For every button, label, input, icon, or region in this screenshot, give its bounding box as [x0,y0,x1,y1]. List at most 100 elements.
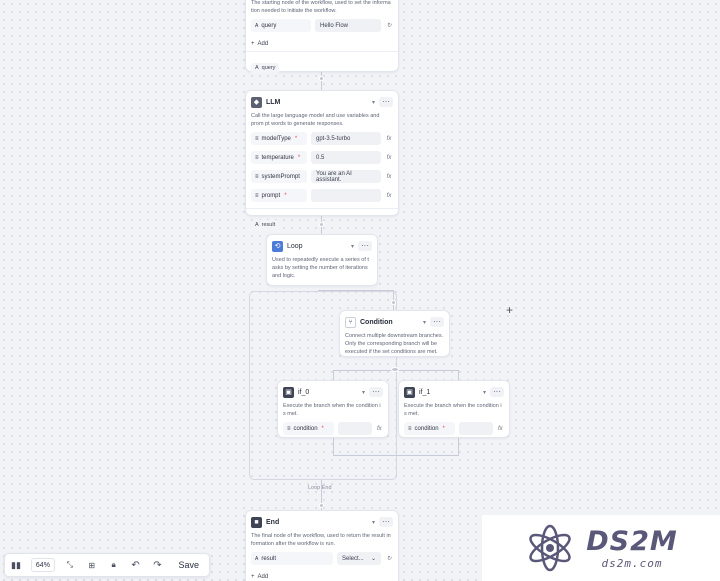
loop-end-label: Loop End [308,485,332,491]
param-type-icon: ≡ [255,135,259,142]
branch-field-key: ≡ condition * [283,422,334,435]
start-node[interactable]: The starting node of the workflow, used … [245,0,399,74]
start-node-description: The starting node of the workflow, used … [251,0,391,14]
llm-node-title: LLM [266,98,281,106]
loop-node-title: Loop [287,242,303,250]
edge-branch-right [458,370,459,380]
branch-node-if-0[interactable]: ▣ if_0 ▾ ··· Execute the branch when the… [277,380,389,438]
llm-param-value[interactable]: 0.5 [311,151,381,164]
param-type-icon: ≡ [408,425,412,432]
text-type-icon: A [255,222,259,228]
plus-icon: + [251,573,255,580]
more-options-icon[interactable]: ··· [379,97,393,107]
chevron-down-icon[interactable]: ▾ [483,389,486,396]
edge-merge-right [458,438,459,455]
fx-icon[interactable]: fx [385,155,393,161]
loop-icon: ⟲ [272,240,283,252]
port-loop-out[interactable] [319,503,324,508]
reset-icon[interactable]: ↻ [385,555,393,562]
edge-loop-condition [318,290,394,291]
condition-node[interactable]: ⑂ Condition ▾ ··· Connect multiple downs… [339,310,450,357]
fx-icon[interactable]: fx [385,136,393,142]
branch-node-if-1[interactable]: ▣ if_1 ▾ ··· Execute the branch when the… [398,380,510,438]
llm-param-value[interactable]: You are an AI assistant. [311,170,381,183]
edge-start-llm [321,72,322,90]
zoom-level[interactable]: 64% [30,558,55,572]
more-options-icon[interactable]: ··· [379,517,393,527]
llm-node-description: Call the large language model and use va… [251,113,380,127]
text-type-icon: A [255,555,259,562]
param-type-icon: ≡ [287,425,291,432]
chevron-down-icon[interactable]: ▾ [423,319,426,326]
lock-icon[interactable]: 🔒︎ [107,560,121,570]
llm-param-value[interactable]: gpt-3.5-turbo [311,132,381,145]
end-icon: ■ [251,516,262,528]
param-type-icon: ≡ [255,192,259,199]
branch-title: if_0 [298,388,310,396]
more-options-icon[interactable]: ··· [430,317,444,327]
required-marker: * [284,192,287,199]
port-condition-in[interactable] [391,300,396,305]
branch-field-value[interactable] [337,422,372,435]
edge-merge-left [333,438,334,455]
more-options-icon[interactable]: ··· [490,387,504,397]
save-button[interactable]: Save [172,560,205,570]
redo-icon[interactable]: ↷ [151,560,165,571]
branch-description: Execute the branch when the condition i … [404,403,502,417]
llm-param-value[interactable] [311,189,381,202]
llm-param-key: ≡ modelType * [251,132,307,145]
more-options-icon[interactable]: ··· [358,241,372,251]
llm-param-key-label: temperature [261,154,294,161]
end-output-key-label: result [261,555,277,562]
end-add-button[interactable]: + Add [251,571,393,581]
port-condition-out[interactable] [391,367,399,372]
undo-icon[interactable]: ↶ [129,560,143,571]
branch-field-key: ≡ condition * [404,422,455,435]
minimap-toggle-icon[interactable]: ▮▮ [9,560,23,571]
chevron-down-icon[interactable]: ▾ [351,243,354,250]
fx-icon[interactable]: fx [385,174,393,180]
required-marker: * [442,425,445,432]
branch-field-label: condition [414,425,439,432]
end-output-select[interactable]: Select... ⌄ [337,552,381,565]
llm-param-key-label: modelType [261,135,291,142]
auto-layout-icon[interactable]: ⊞ [85,561,99,570]
fx-icon[interactable]: fx [376,426,383,432]
branch-description: Execute the branch when the condition i … [283,403,381,417]
start-input-key-label: query [261,22,277,29]
condition-node-description: Connect multiple downstream branches. On… [345,333,444,355]
fx-icon[interactable]: fx [385,193,393,199]
end-node[interactable]: ■ End ▾ ··· The final node of the workfl… [245,510,399,581]
llm-param-key: ≡ systemPrompt [251,170,307,183]
llm-param-key-label: systemPrompt [261,173,300,180]
chevron-down-icon[interactable]: ▾ [372,519,375,526]
chevron-down-icon[interactable]: ▾ [372,99,375,106]
watermark-brand: DS2M [586,526,678,557]
branch-field-value[interactable] [458,422,493,435]
chevron-down-icon[interactable]: ▾ [362,389,365,396]
end-node-title: End [266,518,280,526]
llm-node[interactable]: ◆ LLM ▾ ··· Call the large language mode… [245,90,399,231]
start-add-label: Add [257,40,269,47]
start-output-label: query [261,65,276,71]
more-options-icon[interactable]: ··· [369,387,383,397]
text-type-icon: A [255,22,259,29]
start-divider [246,51,398,52]
start-add-button[interactable]: + Add [251,38,393,49]
reset-icon[interactable]: ↻ [385,22,393,29]
port-start-out[interactable] [319,76,324,81]
text-type-icon: A [255,65,259,71]
atom-logo-icon [529,524,571,572]
chevron-down-icon: ⌄ [370,556,376,562]
loop-node[interactable]: ⟲ Loop ▾ ··· Used to repeatedly execute … [266,234,378,286]
end-output-key[interactable]: A result [251,552,333,565]
start-input-value[interactable]: Hello Flow [315,19,381,32]
fit-view-icon[interactable]: ⤡ [63,560,77,570]
branch-field-label: condition [293,425,318,432]
condition-node-title: Condition [360,318,393,326]
watermark: DS2M ds2m.com [482,515,720,581]
fx-icon[interactable]: fx [497,426,504,432]
start-input-key[interactable]: A query [251,19,311,32]
plus-icon: + [251,40,255,47]
end-select-placeholder: Select... [342,555,364,562]
